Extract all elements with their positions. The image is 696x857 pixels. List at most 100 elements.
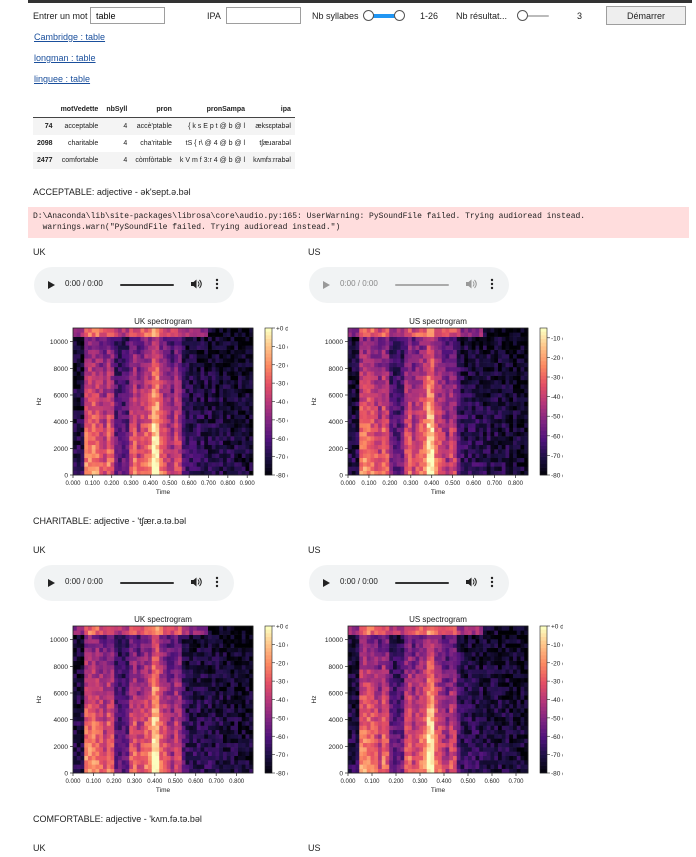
spectrogram-cell xyxy=(226,708,231,713)
play-icon[interactable] xyxy=(48,579,55,587)
play-icon[interactable] xyxy=(323,281,330,289)
spectrogram-cell xyxy=(404,358,409,363)
more-options-icon[interactable] xyxy=(215,278,219,290)
start-button[interactable]: Démarrer xyxy=(606,6,686,25)
audio-progress-bar[interactable] xyxy=(395,582,449,584)
spectrogram-cell xyxy=(133,328,138,333)
spectrogram-cell xyxy=(95,332,100,337)
spectrogram-cell xyxy=(381,328,386,333)
syllables-min-handle[interactable] xyxy=(363,10,374,21)
spectrogram-cell xyxy=(166,626,171,631)
spectrogram-cell xyxy=(76,466,81,471)
results-slider[interactable] xyxy=(517,10,549,21)
spectrogram-cell xyxy=(118,366,123,372)
spectrogram-cell xyxy=(359,332,364,337)
spectrogram-cell xyxy=(133,414,138,420)
spectrogram-cell xyxy=(208,729,213,735)
spectrogram-cell xyxy=(125,371,130,376)
spectrogram-cell xyxy=(148,401,153,407)
x-tick-label: 0.300 xyxy=(124,481,140,487)
spectrogram-cell xyxy=(106,436,111,441)
spectrogram-cell xyxy=(170,643,175,648)
syllables-range-slider[interactable] xyxy=(363,10,405,21)
spectrogram-cell xyxy=(140,712,145,718)
spectrogram-cell xyxy=(185,449,190,454)
spectrogram-cell xyxy=(140,643,145,648)
spectrogram-cell xyxy=(125,444,130,450)
results-handle[interactable] xyxy=(517,10,528,21)
spectrogram-cell xyxy=(408,449,413,454)
spectrogram-cell xyxy=(449,384,454,389)
audio-player-uk[interactable]: 0:00 / 0:00 xyxy=(34,565,234,601)
spectrogram-cell xyxy=(200,682,205,687)
spectrogram-cell xyxy=(80,638,85,644)
more-options-icon[interactable] xyxy=(490,576,494,588)
spectrogram-cell xyxy=(505,384,510,389)
linguee-link[interactable]: linguee : table xyxy=(34,74,90,84)
spectrogram-cell xyxy=(121,708,126,713)
spectrogram-cell xyxy=(419,405,424,411)
spectrogram-cell xyxy=(181,349,186,355)
syllables-max-handle[interactable] xyxy=(394,10,405,21)
play-icon[interactable] xyxy=(48,281,55,289)
volume-icon[interactable] xyxy=(465,278,477,290)
spectrogram-cell xyxy=(516,379,521,385)
spectrogram-cell xyxy=(151,634,156,640)
spectrogram-cell xyxy=(166,418,171,424)
spectrogram-cell xyxy=(223,328,228,333)
spectrogram-cell xyxy=(88,466,93,471)
spectrogram-cell xyxy=(204,353,209,359)
spectrogram-cell xyxy=(144,436,149,441)
spectrogram-cell xyxy=(110,388,115,394)
volume-icon[interactable] xyxy=(190,576,202,588)
spectrogram-cell xyxy=(185,375,190,381)
spectrogram-cell xyxy=(95,751,100,756)
cambridge-link[interactable]: Cambridge : table xyxy=(34,32,105,42)
spectrogram-cell xyxy=(513,366,518,372)
spectrogram-cell xyxy=(211,384,216,389)
spectrogram-cell xyxy=(370,431,375,437)
word-input[interactable] xyxy=(90,7,165,24)
spectrogram-cell xyxy=(355,423,360,428)
volume-icon[interactable] xyxy=(465,576,477,588)
spectrogram-cell xyxy=(363,384,368,389)
audio-progress-bar[interactable] xyxy=(395,284,449,286)
audio-progress-bar[interactable] xyxy=(120,582,174,584)
volume-icon[interactable] xyxy=(190,278,202,290)
spectrogram-cell xyxy=(170,734,175,739)
longman-link[interactable]: longman : table xyxy=(34,53,96,63)
play-icon[interactable] xyxy=(323,579,330,587)
spectrogram-cell xyxy=(193,725,198,731)
audio-player-uk[interactable]: 0:00 / 0:00 xyxy=(34,267,234,303)
spectrogram-cell xyxy=(125,638,130,644)
audio-player-us[interactable]: 0:00 / 0:00 xyxy=(309,565,509,601)
audio-progress-bar[interactable] xyxy=(120,284,174,286)
spectrogram-cell xyxy=(193,660,198,666)
ipa-input[interactable] xyxy=(226,7,301,24)
spectrogram-cell xyxy=(438,332,443,337)
more-options-icon[interactable] xyxy=(215,576,219,588)
spectrogram-cell xyxy=(505,418,510,424)
more-options-icon[interactable] xyxy=(490,278,494,290)
spectrogram-cell xyxy=(185,436,190,441)
spectrogram-cell xyxy=(423,410,428,415)
spectrogram-cell xyxy=(99,677,104,683)
y-tick-label: 6000 xyxy=(54,393,69,400)
spectrogram-cell xyxy=(223,366,228,372)
spectrogram-cell xyxy=(460,328,465,333)
spectrogram-cell xyxy=(211,349,216,355)
spectrogram-cell xyxy=(155,340,160,346)
audio-player-us[interactable]: 0:00 / 0:00 xyxy=(309,267,509,303)
spectrogram-cell xyxy=(505,375,510,381)
spectrogram-cell xyxy=(125,336,130,342)
spectrogram-cell xyxy=(204,647,209,653)
spectrogram-cell xyxy=(144,651,149,657)
spectrogram-cell xyxy=(181,686,186,692)
spectrogram-cell xyxy=(204,664,209,670)
spectrogram-cell xyxy=(91,686,96,692)
spectrogram-cell xyxy=(121,444,126,450)
spectrogram-cell xyxy=(196,742,201,748)
spectrogram-cell xyxy=(234,340,239,346)
results-value: 3 xyxy=(577,11,583,21)
spectrogram-cell xyxy=(359,328,364,333)
